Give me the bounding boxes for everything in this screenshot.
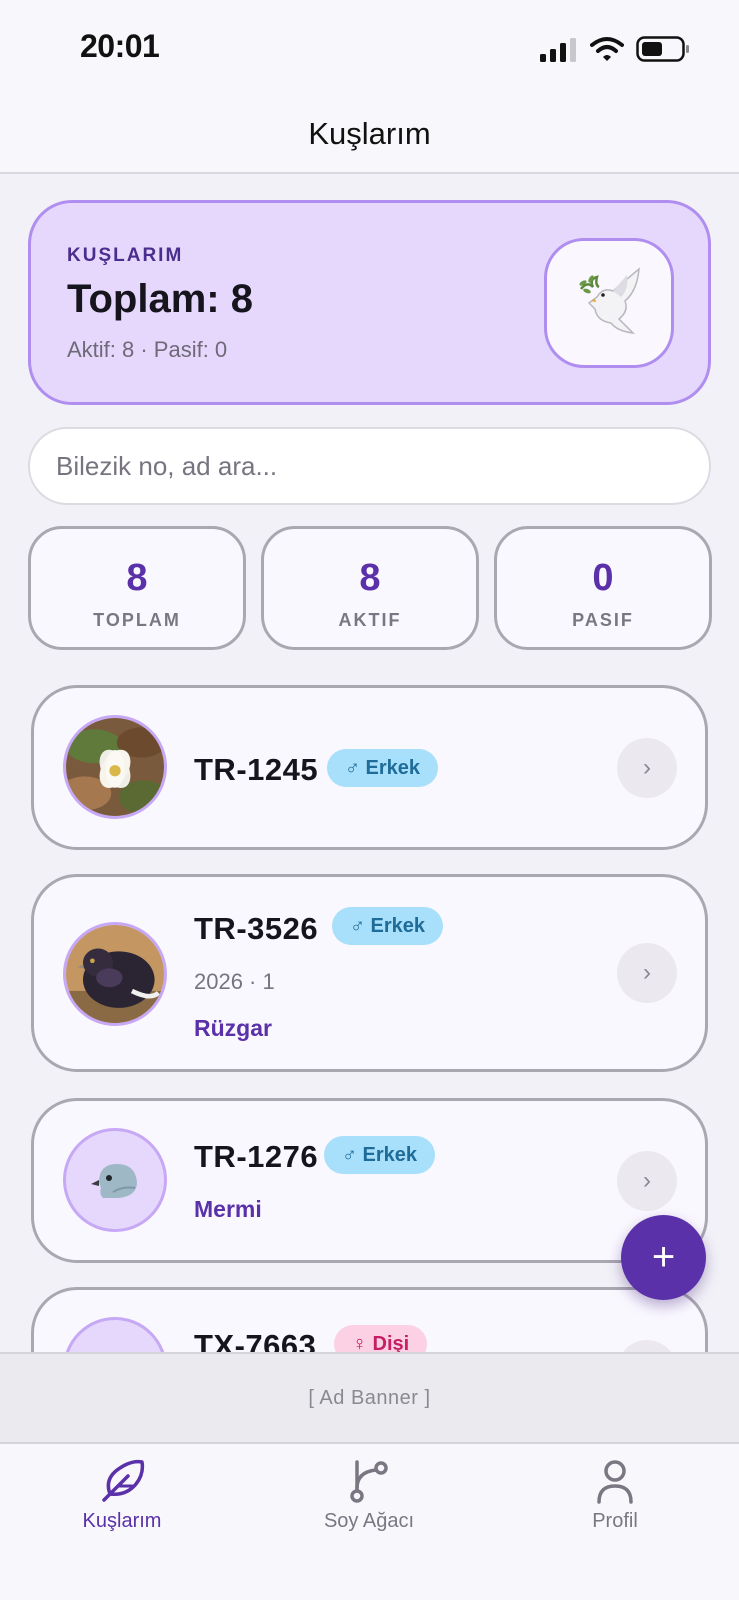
feather-icon: [102, 1459, 145, 1502]
summary-eyebrow: KUŞLARIM: [67, 245, 184, 266]
bird-card[interactable]: TR-1245 ♂ Erkek ›: [31, 685, 708, 850]
stat-total: 8 TOPLAM: [28, 526, 246, 650]
search-input[interactable]: [30, 429, 709, 503]
stat-active-label: AKTIF: [338, 610, 402, 630]
chevron-right-icon[interactable]: ›: [617, 738, 677, 798]
bird-photo: [63, 922, 167, 1026]
bird-card[interactable]: TR-3526 ♂ Erkek 2026 · 1 Rüzgar ›: [31, 874, 708, 1072]
sex-badge: ♂ Erkek: [332, 907, 444, 945]
tab-kuslarim[interactable]: Kuşlarım: [22, 1458, 222, 1533]
search-field[interactable]: [28, 427, 711, 505]
stat-active: 8 AKTIF: [261, 526, 479, 650]
stat-passive-label: PASIF: [572, 610, 634, 630]
stat-total-value: 8: [126, 557, 148, 599]
pigeon-photo: [66, 925, 164, 1023]
plus-icon: +: [651, 1235, 676, 1279]
chevron-right-icon[interactable]: ›: [617, 943, 677, 1003]
cellular-signal-icon: [540, 38, 576, 62]
status-time: 20:01: [80, 28, 160, 64]
bird-name: Mermi: [194, 1196, 262, 1222]
summary-breakdown: Aktif: 8 · Pasif: 0: [67, 337, 228, 362]
tab-label: Profil: [592, 1510, 638, 1532]
stat-active-value: 8: [359, 557, 381, 599]
ad-banner[interactable]: [ Ad Banner ]: [0, 1352, 739, 1444]
sex-badge: ♂ Erkek: [327, 749, 439, 787]
tab-bar: Kuşlarım Soy Ağacı Profil: [0, 1444, 739, 1600]
bird-card[interactable]: TX-7663 ♀ Dişi ›: [31, 1287, 708, 1352]
bird-card[interactable]: TR-1276 ♂ Erkek Mermi ›: [31, 1098, 708, 1263]
summary-total: Toplam: 8: [67, 277, 253, 321]
water-lily-photo: [66, 718, 164, 816]
bird-ring-number: TR-3526: [194, 911, 319, 946]
summary-card: KUŞLARIM Toplam: 8 Aktif: 8 · Pasif: 0: [28, 200, 711, 405]
sex-badge: ♀ Dişi: [334, 1325, 428, 1352]
stat-passive: 0 PASIF: [494, 526, 712, 650]
person-icon: [597, 1460, 633, 1504]
summary-badge: [544, 238, 674, 368]
bird-name: Rüzgar: [194, 1015, 272, 1041]
tab-profil[interactable]: Profil: [515, 1458, 715, 1533]
bird-avatar-placeholder: [63, 1317, 167, 1352]
stat-passive-value: 0: [592, 557, 614, 599]
chevron-right-icon[interactable]: ›: [617, 1340, 677, 1352]
status-bar: 20:01: [0, 0, 739, 96]
branch-icon: [350, 1460, 388, 1503]
wifi-icon: [590, 37, 624, 61]
tab-label: Kuşlarım: [82, 1510, 162, 1532]
dove-icon: [579, 267, 640, 335]
bird-meta: 2026 · 1: [194, 969, 275, 994]
add-bird-button[interactable]: +: [621, 1215, 706, 1300]
bird-avatar-placeholder: [63, 1128, 167, 1232]
bird-ring-number: TR-1245: [194, 752, 319, 787]
page-title: Kuşlarım: [308, 116, 431, 151]
bird-head-icon: [91, 1164, 137, 1198]
tab-label: Soy Ağacı: [323, 1510, 415, 1532]
nav-bar: Kuşlarım: [0, 96, 739, 174]
tab-soy-agaci[interactable]: Soy Ağacı: [269, 1458, 469, 1533]
chevron-right-icon[interactable]: ›: [617, 1151, 677, 1211]
sex-badge: ♂ Erkek: [324, 1136, 436, 1174]
battery-icon: [636, 36, 689, 62]
stat-total-label: TOPLAM: [93, 610, 181, 630]
bird-ring-number: TX-7663: [194, 1328, 317, 1352]
bird-ring-number: TR-1276: [194, 1139, 319, 1174]
bird-photo: [63, 715, 167, 819]
